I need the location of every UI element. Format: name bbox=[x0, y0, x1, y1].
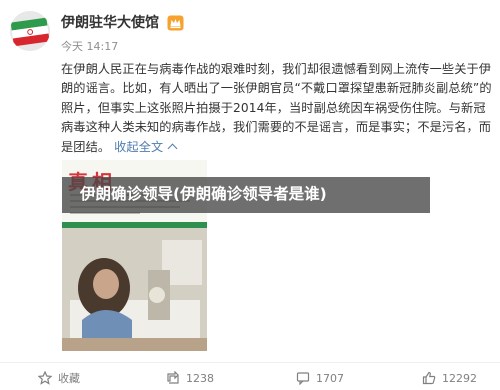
comment-icon bbox=[296, 372, 310, 385]
crown-badge-icon[interactable] bbox=[167, 15, 184, 31]
favorite-label: 收藏 bbox=[58, 372, 80, 385]
author-avatar[interactable] bbox=[10, 11, 50, 51]
like-count: 12292 bbox=[442, 371, 477, 385]
overlay-title: 伊朗确诊领导(伊朗确诊领导者是谁) bbox=[80, 185, 327, 203]
comment-count: 1707 bbox=[316, 371, 344, 385]
favorite-button[interactable]: 收藏 bbox=[38, 370, 80, 386]
like-button[interactable]: 12292 bbox=[422, 370, 477, 386]
author-name[interactable]: 伊朗驻华大使馆 bbox=[61, 14, 159, 32]
weibo-post: 伊朗驻华大使馆 今天 14:17 在伊朗人民正在与病毒作战的艰难时刻，我们却很遗… bbox=[0, 0, 500, 390]
iran-flag-avatar-icon bbox=[10, 11, 50, 51]
post-time[interactable]: 今天 14:17 bbox=[61, 40, 118, 54]
comment-button[interactable]: 1707 bbox=[296, 370, 344, 386]
star-icon bbox=[38, 371, 52, 385]
thumb-up-icon bbox=[422, 371, 436, 385]
chevron-up-icon[interactable] bbox=[167, 143, 178, 154]
repost-icon bbox=[167, 371, 179, 384]
post-text: 在伊朗人民正在与病毒作战的艰难时刻，我们却很遗憾看到网上流传一些关于伊朗的谣言。… bbox=[61, 60, 493, 157]
collapse-text-link[interactable]: 收起全文 bbox=[114, 140, 163, 154]
repost-count: 1238 bbox=[186, 371, 214, 385]
action-bar: 收藏 1238 1707 12292 bbox=[0, 362, 500, 390]
repost-button[interactable]: 1238 bbox=[166, 370, 214, 386]
